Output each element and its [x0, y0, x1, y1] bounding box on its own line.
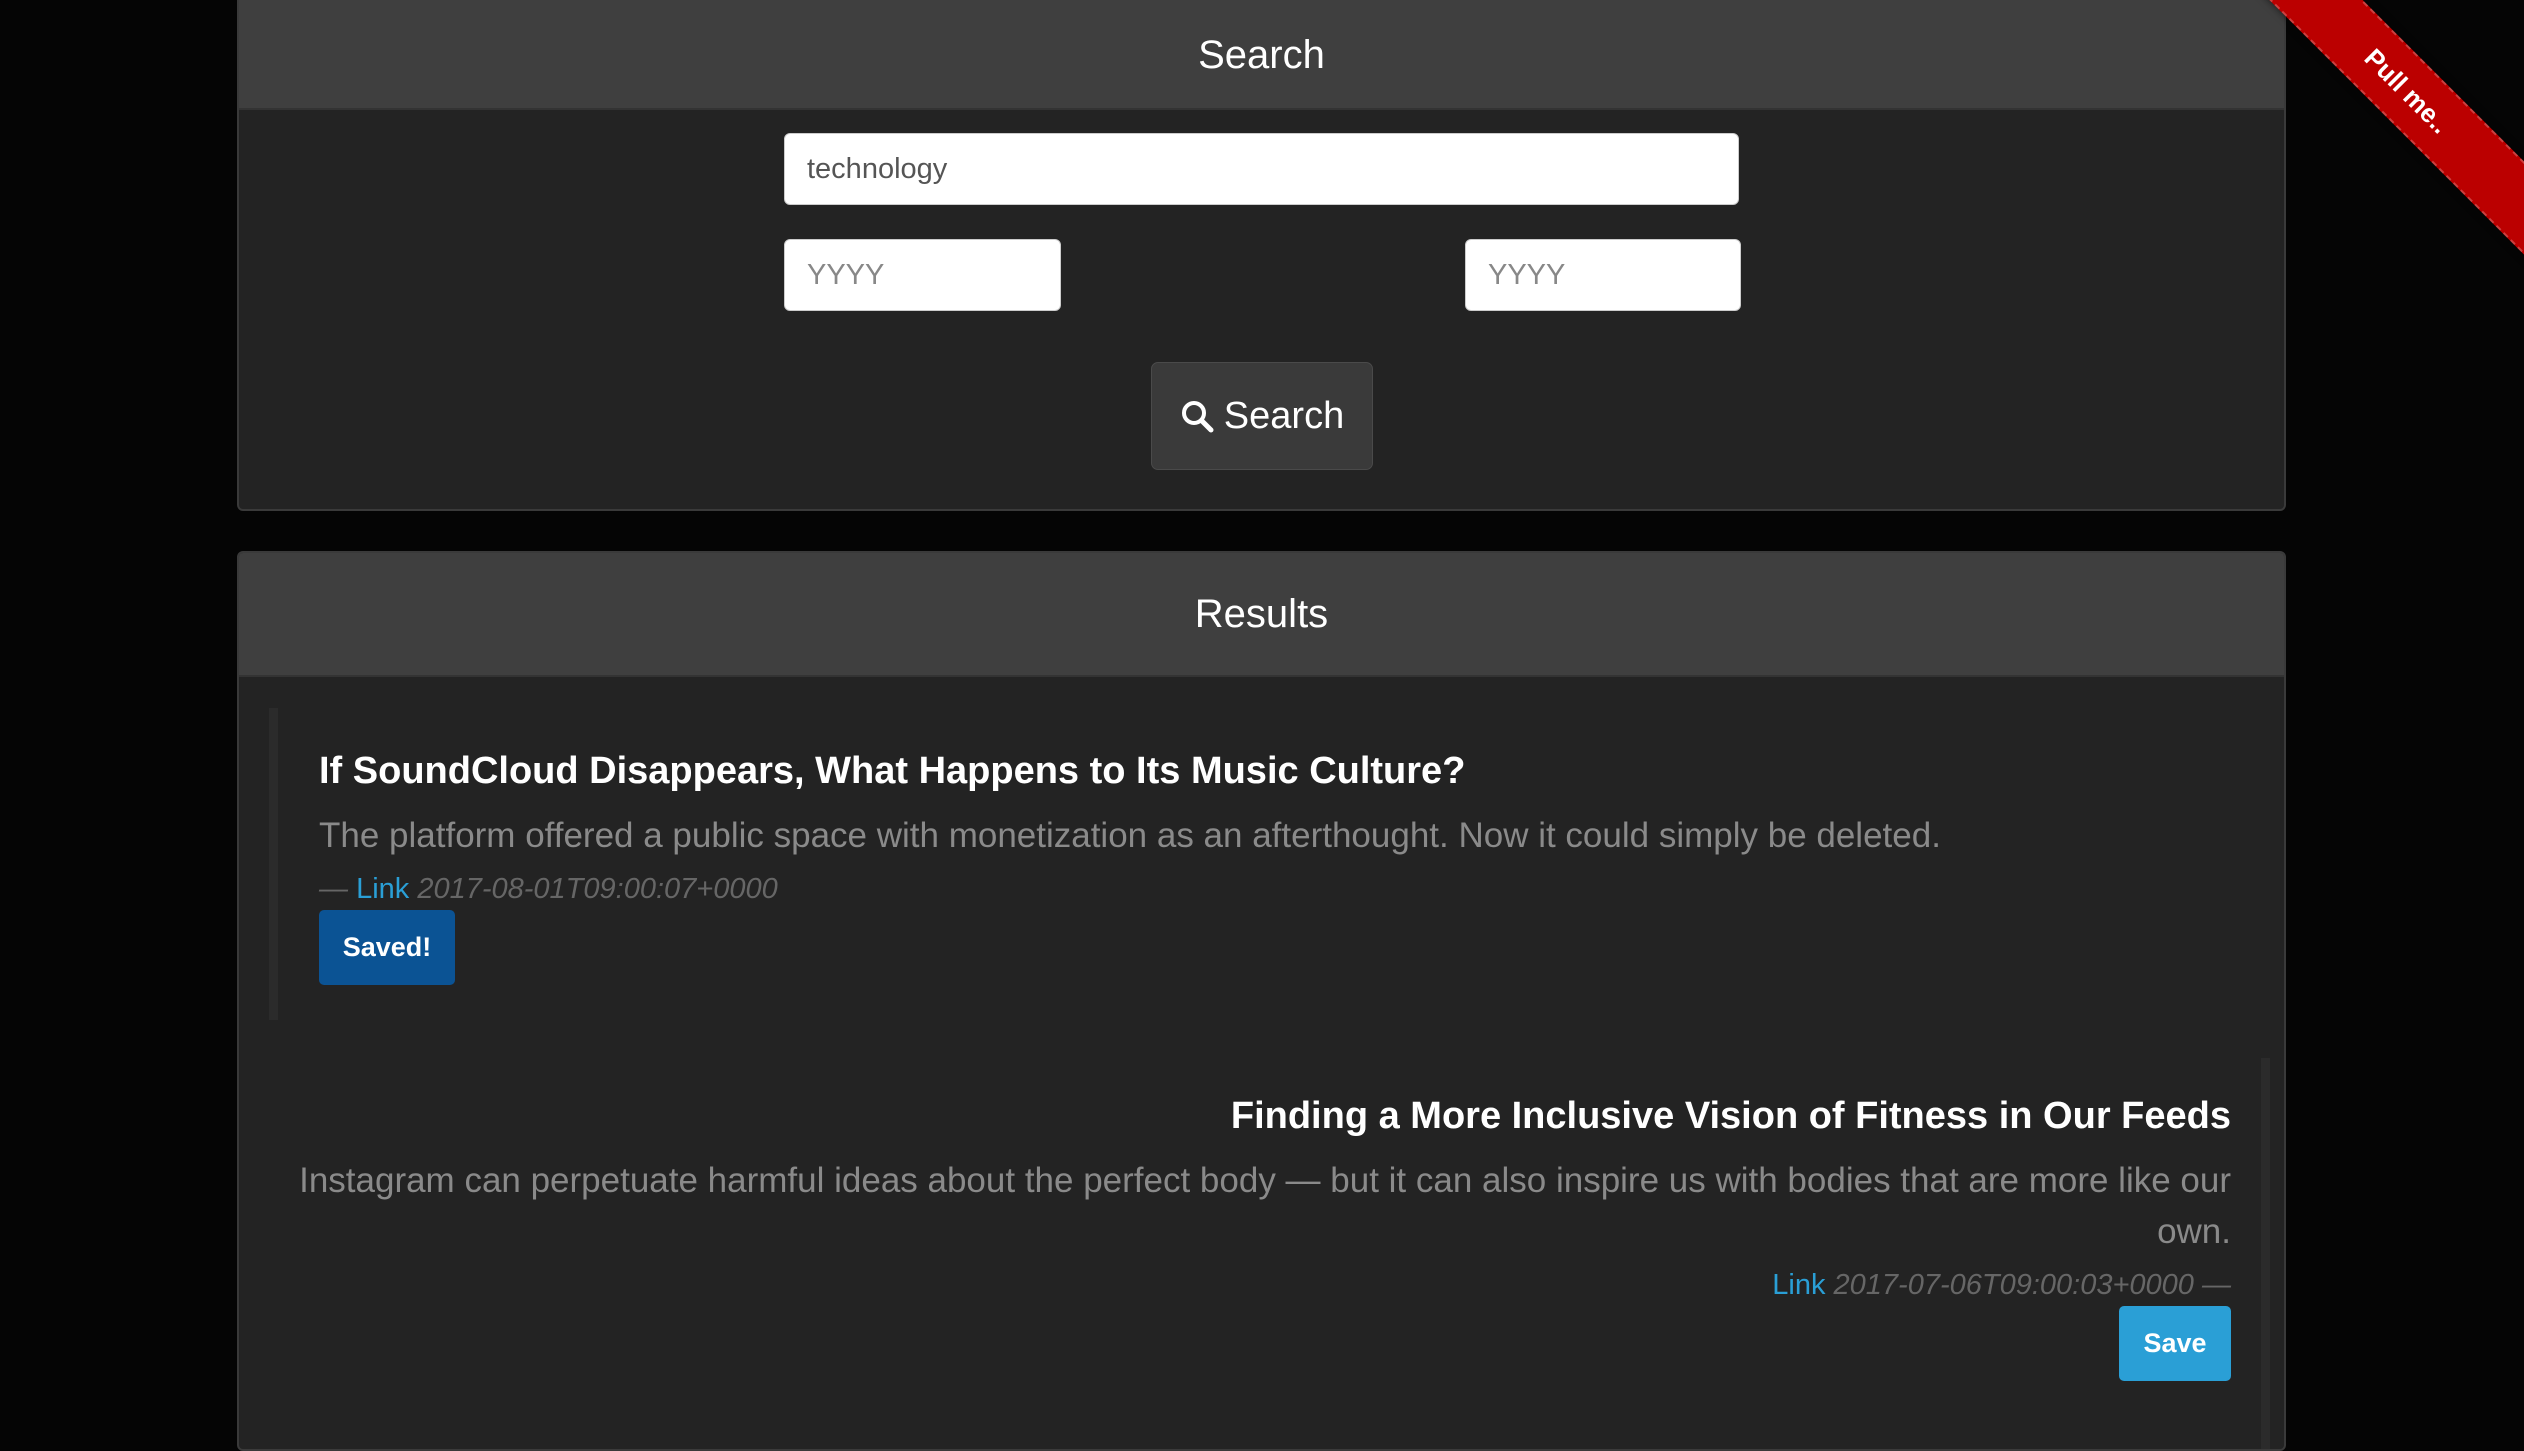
- search-button[interactable]: Search: [1151, 362, 1373, 470]
- pull-me-ribbon[interactable]: Pull me..: [2231, 0, 2524, 267]
- article-link[interactable]: Link: [356, 873, 409, 905]
- article-abstract: The platform offered a public space with…: [319, 816, 1941, 856]
- article-title: If SoundCloud Disappears, What Happens t…: [319, 750, 1466, 792]
- start-year-input[interactable]: [784, 239, 1061, 311]
- article-meta: — Link 2017-08-01T09:00:07+0000: [319, 873, 2254, 906]
- article-abstract: Instagram can perpetuate harmful ideas a…: [299, 1161, 2231, 1252]
- article-meta: Link 2017-07-06T09:00:03+0000 —: [269, 1269, 2231, 1302]
- search-panel: Search Topic Start Year End Year Search: [237, 0, 2286, 511]
- end-year-input[interactable]: [1465, 239, 1741, 311]
- meta-dash: —: [319, 873, 348, 906]
- meta-dash: —: [2202, 1269, 2231, 1302]
- fork-ribbon: Pull me..: [2224, 0, 2524, 300]
- search-button-label: Search: [1223, 394, 1345, 437]
- save-button[interactable]: Save: [2119, 1306, 2231, 1382]
- article-item: Finding a More Inclusive Vision of Fitne…: [269, 1058, 2270, 1449]
- article-title: Finding a More Inclusive Vision of Fitne…: [1230, 1095, 2231, 1137]
- search-panel-heading: Search: [239, 0, 2284, 110]
- saved-button[interactable]: Saved!: [319, 910, 455, 986]
- topic-input[interactable]: [784, 133, 1739, 205]
- article-date: 2017-08-01T09:00:07+0000: [417, 873, 778, 906]
- results-panel-heading: Results: [239, 553, 2284, 677]
- results-panel: Results If SoundCloud Disappears, What H…: [237, 551, 2286, 1451]
- article-link[interactable]: Link: [1772, 1269, 1825, 1301]
- article-date: 2017-07-06T09:00:03+0000: [1833, 1269, 2194, 1302]
- article-item: If SoundCloud Disappears, What Happens t…: [269, 708, 2254, 1020]
- search-icon: [1180, 399, 1214, 433]
